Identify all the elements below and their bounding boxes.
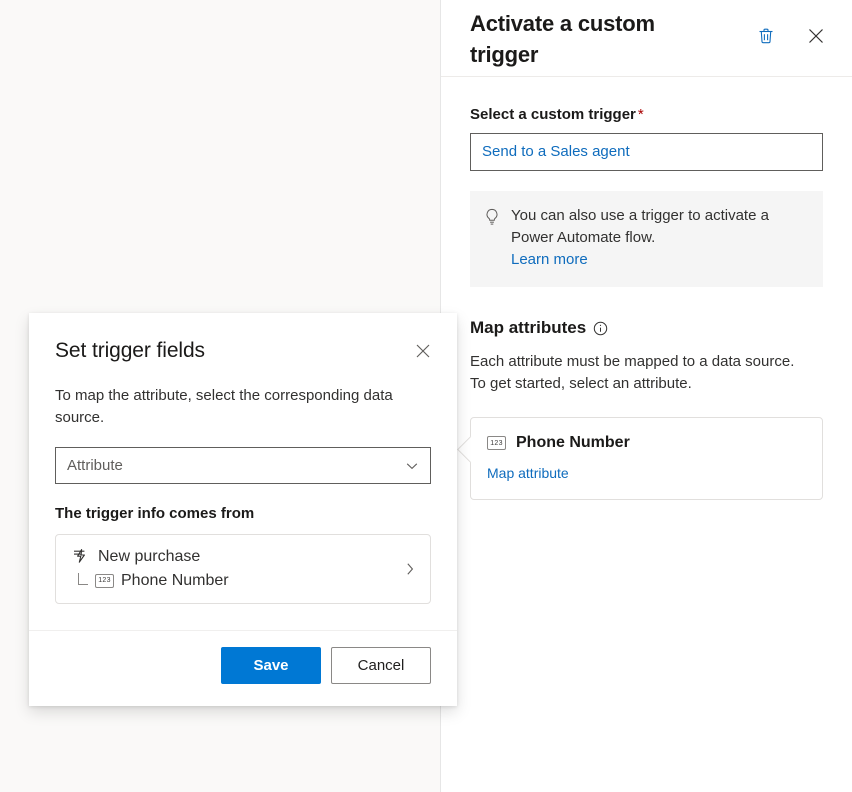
number-type-icon: 123 [95, 574, 114, 588]
close-icon [805, 25, 827, 47]
source-label: The trigger info comes from [55, 504, 431, 524]
trigger-source-child-row: 123 Phone Number [70, 570, 229, 591]
chevron-right-icon [402, 561, 418, 577]
panel-body: Select a custom trigger* Send to a Sales… [441, 77, 852, 500]
close-dialog-button[interactable] [407, 335, 439, 367]
attribute-name: Phone Number [516, 433, 630, 453]
trigger-select-label-text: Select a custom trigger [470, 106, 636, 123]
panel-header-actions [750, 20, 832, 52]
tree-elbow-connector [78, 573, 88, 585]
flow-trigger-icon [70, 547, 89, 566]
page-title: Activate a custom trigger [470, 8, 720, 70]
dialog-footer: Save Cancel [29, 630, 457, 706]
close-icon [413, 341, 433, 361]
dialog-description: To map the attribute, select the corresp… [55, 385, 417, 429]
chevron-down-icon [404, 458, 420, 474]
custom-trigger-panel: Activate a custom trigger [440, 0, 852, 792]
custom-trigger-select[interactable]: Send to a Sales agent [470, 133, 823, 171]
tip-callout: You can also use a trigger to activate a… [470, 191, 823, 287]
trigger-select-label: Select a custom trigger* [470, 105, 823, 125]
tip-text: You can also use a trigger to activate a… [511, 207, 769, 246]
map-attributes-heading-row: Map attributes [470, 317, 823, 339]
info-icon[interactable] [593, 321, 608, 336]
trigger-source-content: New purchase 123 Phone Number [70, 546, 229, 591]
callout-beak [457, 436, 484, 463]
close-panel-button[interactable] [800, 20, 832, 52]
tip-content: You can also use a trigger to activate a… [511, 205, 809, 271]
trigger-source-primary-row: New purchase [70, 546, 229, 567]
dialog-body: Set trigger fields To map the attribute,… [29, 313, 457, 604]
delete-trigger-button[interactable] [750, 20, 782, 52]
number-type-icon: 123 [487, 436, 506, 450]
map-attributes-heading: Map attributes [470, 317, 586, 339]
learn-more-link[interactable]: Learn more [511, 251, 588, 268]
trigger-source-name: New purchase [98, 546, 200, 567]
lightbulb-icon [484, 208, 500, 226]
trigger-source-field-name: Phone Number [121, 570, 229, 591]
map-attribute-link[interactable]: Map attribute [487, 465, 569, 481]
attribute-card[interactable]: 123 Phone Number Map attribute [470, 417, 823, 500]
trash-icon [756, 26, 776, 46]
map-attributes-description: Each attribute must be mapped to a data … [470, 351, 800, 395]
panel-header: Activate a custom trigger [441, 0, 852, 77]
attribute-dropdown[interactable]: Attribute [55, 447, 431, 484]
save-button[interactable]: Save [221, 647, 321, 684]
dialog-title: Set trigger fields [55, 337, 205, 365]
dialog-header: Set trigger fields [55, 337, 431, 367]
trigger-source-item[interactable]: New purchase 123 Phone Number [55, 534, 431, 604]
cancel-button[interactable]: Cancel [331, 647, 431, 684]
required-indicator: * [638, 106, 644, 123]
set-trigger-fields-dialog: Set trigger fields To map the attribute,… [29, 313, 457, 706]
attribute-dropdown-value: Attribute [67, 457, 123, 474]
attribute-card-header: 123 Phone Number [487, 433, 806, 453]
